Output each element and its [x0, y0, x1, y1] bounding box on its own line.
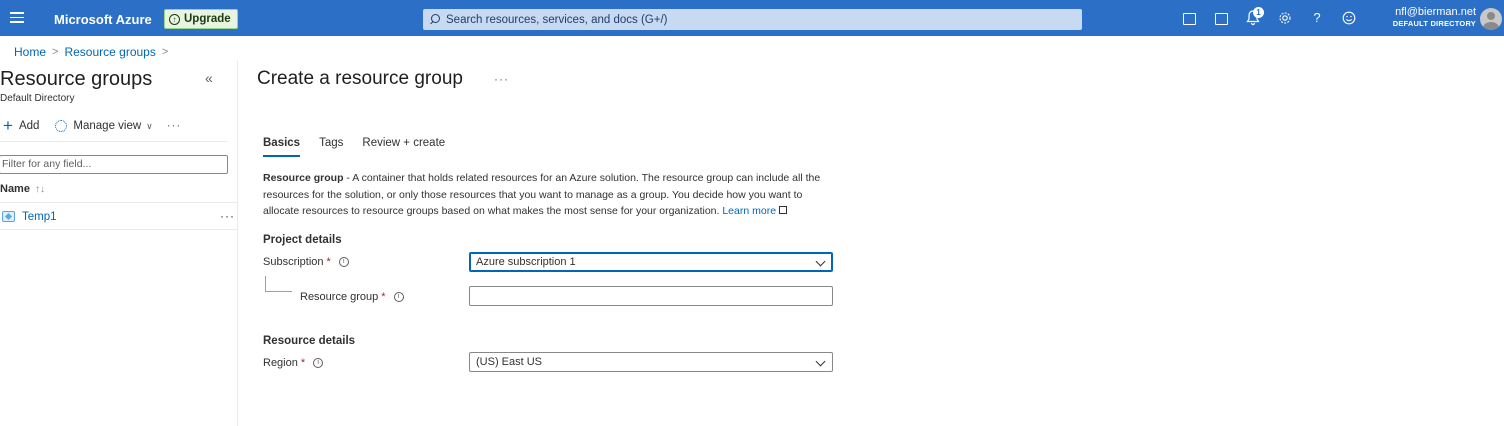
region-label: Region * i: [263, 357, 324, 369]
directory-filter-icon[interactable]: [1212, 8, 1230, 28]
tab-review-create[interactable]: Review + create: [362, 137, 445, 157]
region-select[interactable]: (US) East US: [469, 352, 833, 372]
tab-bar: Basics Tags Review + create: [263, 137, 445, 157]
upgrade-label: Upgrade: [184, 13, 231, 25]
info-icon[interactable]: i: [393, 292, 404, 302]
tab-tags[interactable]: Tags: [319, 137, 343, 157]
subscription-label: Subscription * i: [263, 256, 349, 268]
resource-details-heading: Resource details: [263, 335, 356, 347]
name-header-label: Name: [0, 183, 30, 195]
breadcrumb-separator: >: [52, 46, 59, 58]
search-placeholder: Search resources, services, and docs (G+…: [446, 13, 668, 26]
hamburger-icon[interactable]: [10, 9, 24, 27]
description-term: Resource group: [263, 172, 344, 184]
row-more-button[interactable]: ···: [220, 209, 235, 223]
gear-icon[interactable]: [55, 120, 68, 132]
panel-actions: + Add Manage view ∨ ···: [3, 117, 182, 134]
resource-group-icon: [2, 211, 15, 222]
panel-title: Resource groups: [0, 68, 153, 90]
sort-icon[interactable]: ↑↓: [35, 184, 45, 195]
name-column-header[interactable]: Name ↑↓: [0, 183, 45, 195]
external-link-icon: [779, 206, 788, 214]
subscription-label-text: Subscription: [263, 256, 324, 268]
page-title: Create a resource group: [257, 68, 463, 89]
more-options-button[interactable]: ···: [494, 72, 509, 86]
manage-view-button[interactable]: Manage view: [73, 120, 141, 132]
top-bar: Microsoft Azure ↑ Upgrade Search resourc…: [0, 0, 1504, 36]
resource-group-input[interactable]: [469, 286, 833, 306]
region-value: (US) East US: [476, 356, 543, 368]
resource-groups-panel: Resource groups « Default Directory + Ad…: [0, 60, 238, 426]
region-label-text: Region: [263, 357, 298, 369]
required-marker: *: [381, 291, 386, 303]
tab-basics[interactable]: Basics: [263, 137, 301, 157]
settings-icon[interactable]: [1276, 8, 1294, 28]
upgrade-button[interactable]: ↑ Upgrade: [164, 9, 238, 29]
help-icon[interactable]: ?: [1308, 8, 1326, 28]
panel-subtitle: Default Directory: [0, 93, 75, 104]
required-marker: *: [326, 256, 331, 268]
divider: [0, 202, 238, 203]
upgrade-icon: ↑: [169, 13, 180, 25]
divider: [0, 141, 228, 142]
project-details-heading: Project details: [263, 234, 342, 246]
brand-title[interactable]: Microsoft Azure: [54, 12, 152, 27]
tree-connector: [265, 276, 292, 292]
chevron-down-icon[interactable]: ∨: [146, 121, 153, 132]
resource-group-name[interactable]: Temp1: [22, 211, 57, 223]
add-icon[interactable]: +: [3, 117, 13, 134]
filter-input[interactable]: Filter for any field...: [0, 155, 228, 174]
learn-more-link[interactable]: Learn more: [722, 205, 776, 217]
cloud-shell-icon[interactable]: [1180, 8, 1198, 28]
divider: [0, 229, 238, 230]
required-marker: *: [300, 357, 306, 369]
notifications-icon[interactable]: 1: [1244, 7, 1264, 28]
account-menu[interactable]: nfl@bierman.net DEFAULT DIRECTORY: [1390, 6, 1476, 28]
account-email: nfl@bierman.net: [1395, 6, 1476, 18]
chevron-down-icon: [815, 356, 826, 367]
collapse-icon[interactable]: «: [205, 70, 213, 86]
account-directory: DEFAULT DIRECTORY: [1392, 19, 1476, 28]
feedback-icon[interactable]: [1340, 8, 1358, 28]
add-button[interactable]: Add: [19, 120, 39, 132]
breadcrumb-home[interactable]: Home: [14, 45, 46, 59]
search-input[interactable]: Search resources, services, and docs (G+…: [423, 9, 1082, 30]
info-icon[interactable]: i: [338, 257, 349, 267]
breadcrumb: Home > Resource groups >: [14, 45, 168, 59]
resource-group-label-text: Resource group: [300, 291, 379, 303]
chevron-down-icon: [815, 256, 826, 267]
breadcrumb-separator: >: [161, 46, 169, 58]
description: Resource group - A container that holds …: [263, 170, 833, 220]
more-actions-button[interactable]: ···: [167, 120, 182, 132]
subscription-select[interactable]: Azure subscription 1: [469, 252, 833, 272]
toolbar-icons: 1 ?: [1180, 7, 1358, 28]
info-icon[interactable]: i: [313, 358, 324, 368]
breadcrumb-resource-groups[interactable]: Resource groups: [64, 45, 155, 59]
avatar[interactable]: [1480, 8, 1502, 30]
subscription-value: Azure subscription 1: [476, 256, 576, 268]
list-item[interactable]: Temp1 ···: [0, 209, 238, 227]
notification-badge: 1: [1253, 7, 1264, 18]
search-icon: [429, 14, 440, 25]
resource-group-label: Resource group * i: [300, 291, 404, 303]
